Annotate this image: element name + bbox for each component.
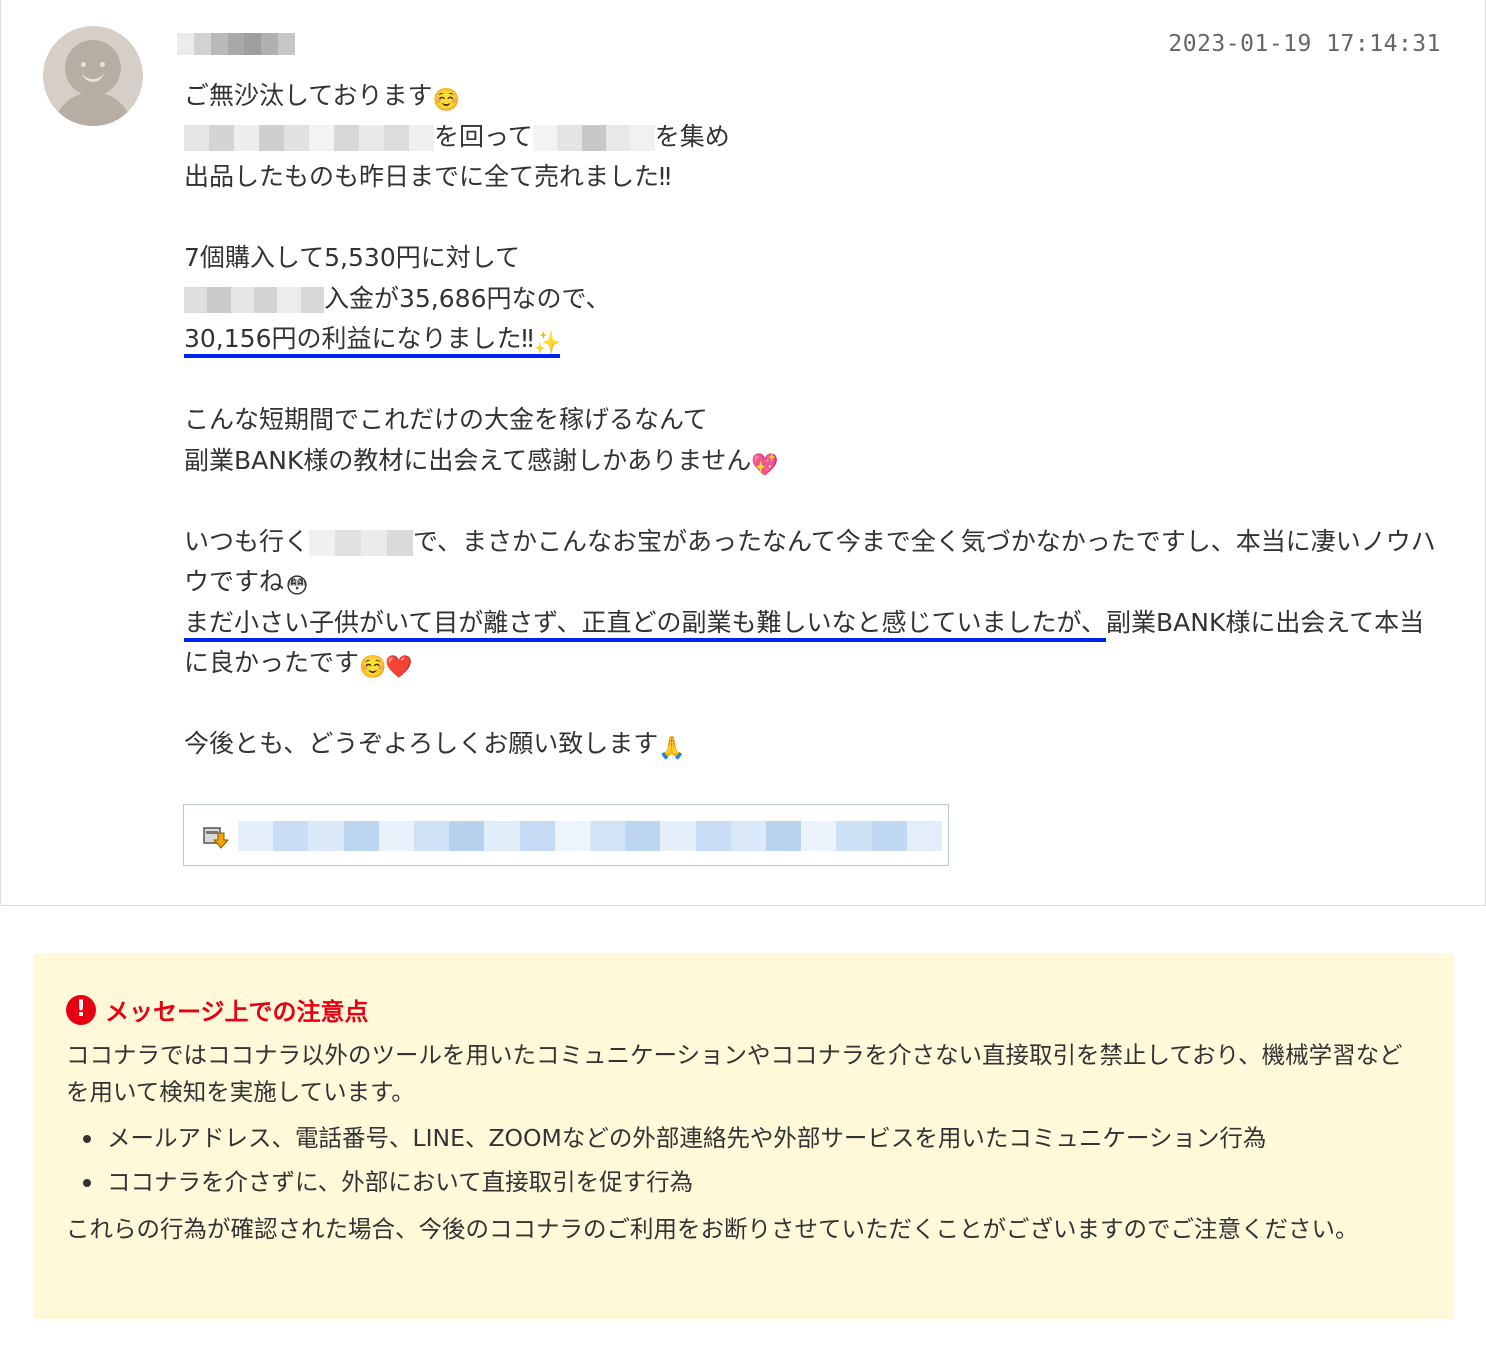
message-text: を集め [654,121,730,151]
message-text: 出品したものも昨日までに全て売れました‼︎ [184,162,672,191]
avatar[interactable] [43,26,143,126]
message-body: ご無沙汰しております☺️ を回って を集め 出品したものも昨日までに全て売れまし… [184,76,1446,765]
sparkling-heart-emoji: 💖 [751,452,779,478]
message-timestamp: 2023-01-19 17:14:31 [1168,31,1441,57]
pixelated-text [532,124,655,151]
download-file-icon [203,827,230,849]
message-text: いつも行く [184,526,310,556]
notice-bullet: メールアドレス、電話番号、LINE、ZOOMなどの外部連絡先や外部サービスを用い… [77,1116,1266,1160]
underlined-childcare-text: まだ小さい子供がいて目が離さず、正直どの副業も難しいなと感じていましたが、 [184,607,1107,642]
sparkles-emoji: ✨ [533,331,562,356]
message-line: を回って を集め [184,117,1446,158]
message-text: を回って [434,121,533,151]
message-line: いつも行く で、まさかこんなお宝があったなんて今まで全く気づかなかったですし、本… [184,522,1446,603]
username-pixelated [177,33,296,55]
pixelated-text [184,286,324,313]
message-line: 副業BANK様の教材に出会えて感謝しかありません💖 [184,441,1446,482]
avatar-head [65,40,121,96]
attachment-box[interactable] [183,804,949,866]
pixelated-text [184,124,434,151]
smiling-face-emoji: ☺️ [432,88,460,113]
message-text: 副業BANK様の教材に出会えて感謝しかありません [184,445,752,475]
message-text: ご無沙汰しております [184,81,433,110]
message-text: 今後とも、どうぞよろしくお願い致します [184,729,659,758]
notice-paragraph: これらの行為が確認された場合、今後のココナラのご利用をお断りさせていただくことが… [66,1215,1359,1243]
message-line: 7個購入して5,530円に対して [184,238,1446,279]
message-line: こんな短期間でこれだけの大金を稼げるなんて [184,400,1446,441]
notice-title: ! メッセージ上での注意点 [66,992,369,1027]
warning-icon: ! [66,994,96,1025]
flushed-face-emoji: 😳 [285,574,309,599]
red-heart-emoji: ❤️ [385,655,413,680]
message-line: 30,156円の利益になりました‼︎✨ [184,319,1446,360]
notice-bullet-list: メールアドレス、電話番号、LINE、ZOOMなどの外部連絡先や外部サービスを用い… [77,1116,1266,1204]
underlined-profit-text: 30,156円の利益になりました‼︎✨ [184,324,562,358]
avatar-body [53,92,133,126]
avatar-eye-left [81,62,86,67]
caution-notice: ! メッセージ上での注意点 ココナラではココナラ以外のツールを用いたコミュニケー… [33,953,1454,1319]
notice-bullet: ココナラを介さずに、外部において直接取引を促す行為 [77,1160,1266,1204]
avatar-eye-right [100,62,105,67]
notice-title-text: メッセージ上での注意点 [105,998,369,1026]
message-line: 今後とも、どうぞよろしくお願い致します🙏 [184,724,1446,765]
message-line: 出品したものも昨日までに全て売れました‼︎ [184,157,1446,198]
message-text: こんな短期間でこれだけの大金を稼げるなんて [184,405,708,434]
pixelated-text [309,529,414,556]
message-line: 入金が35,686円なので、 [184,279,1446,320]
smiling-face-emoji: ☺️ [359,655,387,680]
message-text: 7個購入して5,530円に対して [184,243,520,272]
message-text: 30,156円の利益になりました‼︎ [184,324,534,353]
folded-hands-emoji: 🙏 [658,736,686,761]
notice-paragraph: ココナラではココナラ以外のツールを用いたコミュニケーションやココナラを介さない直… [66,1041,1403,1106]
message-text: 入金が35,686円なので、 [324,283,611,313]
message-card: 2023-01-19 17:14:31 ご無沙汰しております☺️ を回って を集… [0,0,1486,906]
message-line: まだ小さい子供がいて目が離さず、正直どの副業も難しいなと感じていましたが、副業B… [184,603,1446,684]
message-line: ご無沙汰しております☺️ [184,76,1446,117]
attachment-link-pixelated[interactable] [238,821,943,851]
